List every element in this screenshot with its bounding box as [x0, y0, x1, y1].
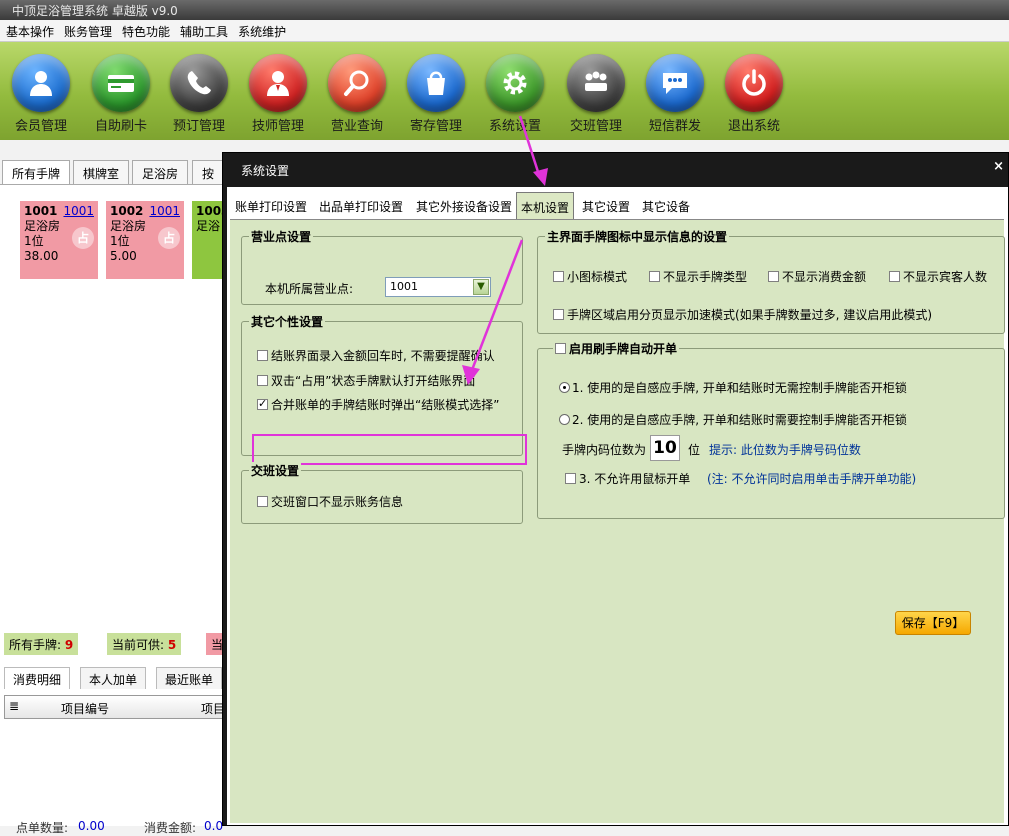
- arrow-line: [470, 239, 524, 371]
- annotation-arrows: [462, 115, 548, 385]
- arrow-head: [533, 168, 548, 186]
- arrow-line: [518, 115, 542, 179]
- arrow-head: [462, 365, 480, 385]
